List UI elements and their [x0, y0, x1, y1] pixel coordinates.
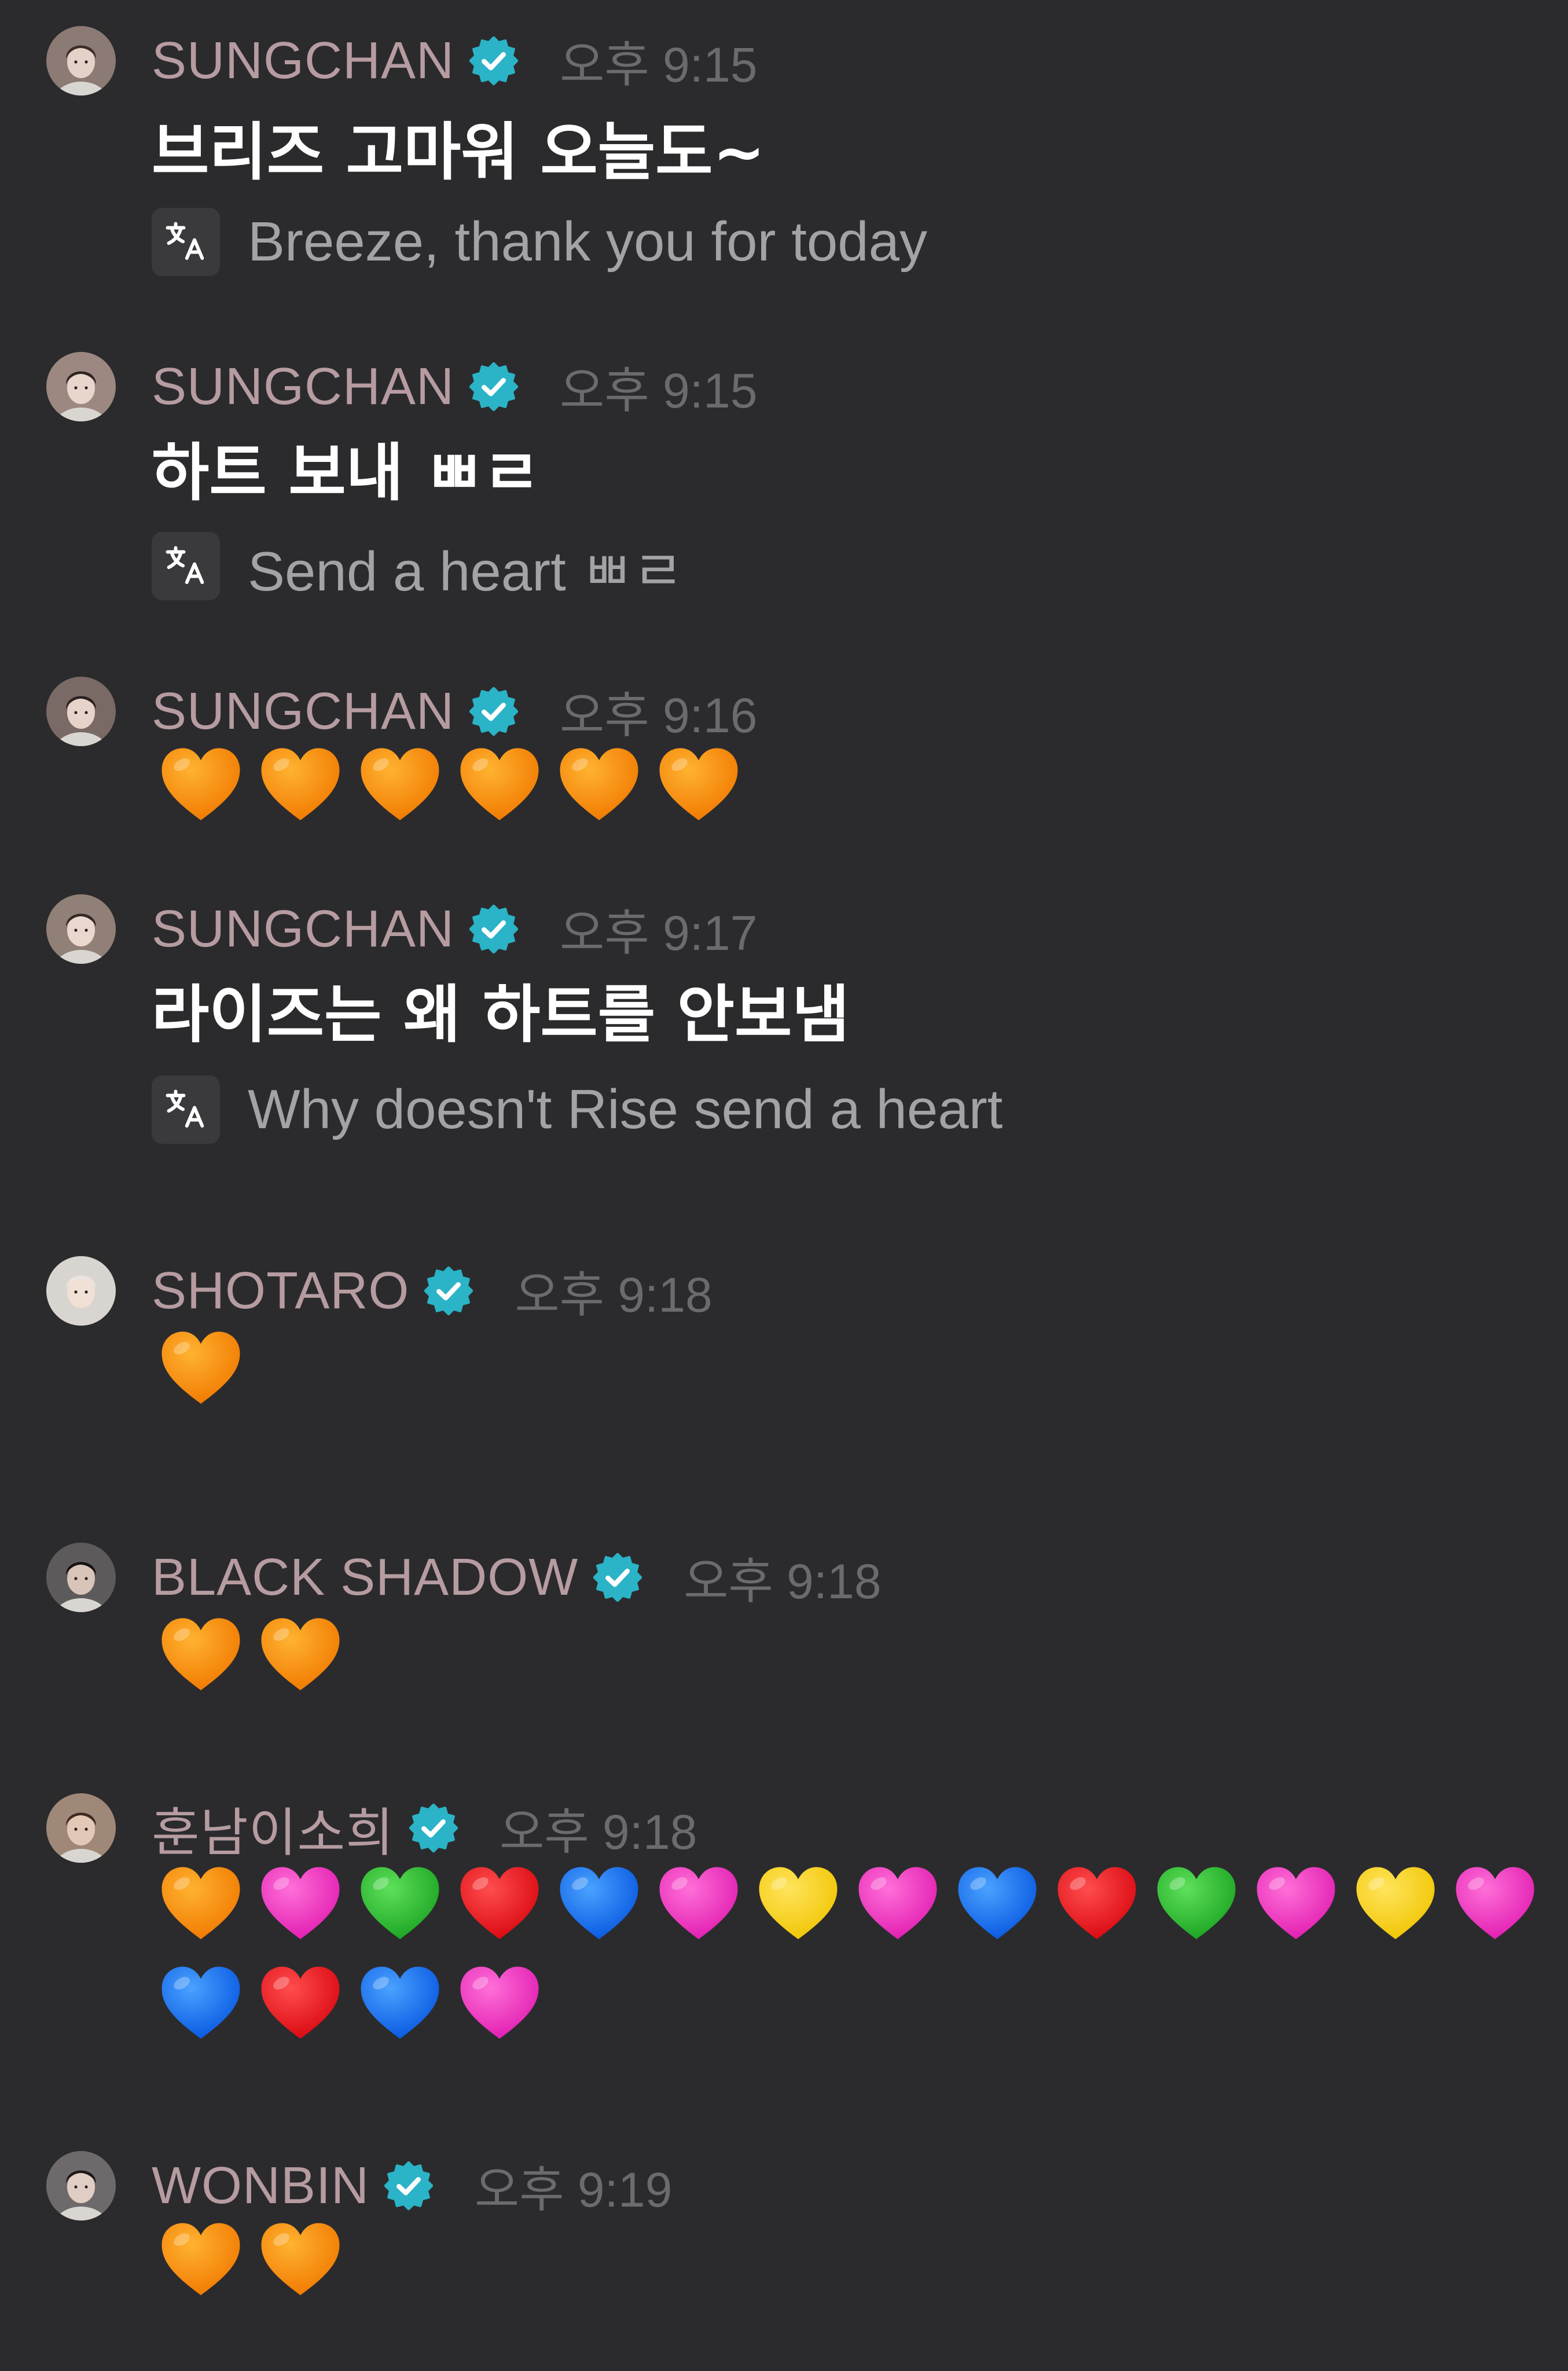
heart-orange-icon [450, 736, 550, 836]
heart-orange-icon [649, 736, 749, 836]
verified-badge-icon [469, 362, 519, 411]
heart-blue-icon [550, 1855, 649, 1955]
message-header: 훈남이소희 오후 9:18 [152, 1793, 697, 1863]
heart-blue-icon [351, 1955, 450, 2054]
message-header: SUNGCHAN 오후 9:15 [152, 26, 757, 96]
verified-badge-icon [469, 687, 519, 736]
username[interactable]: 훈남이소희 [152, 1790, 394, 1866]
heart-orange-icon [251, 2211, 351, 2311]
translation-row[interactable]: Send a heart ㅃㄹ [152, 531, 684, 603]
heart-orange-icon [351, 736, 450, 836]
heart-pink-icon [1446, 1855, 1545, 1955]
translation-text: Breeze, thank you for today [248, 211, 928, 273]
heart-orange-icon [152, 2211, 251, 2311]
translation-row[interactable]: Breeze, thank you for today [152, 207, 927, 277]
timestamp: 오후 9:19 [474, 2162, 673, 2217]
verified-badge-icon [469, 905, 519, 953]
message-text: 하트 보내 ㅃㄹ [152, 437, 541, 509]
avatar[interactable] [46, 1543, 116, 1612]
heart-pink-icon [849, 1855, 948, 1955]
heart-row [152, 1606, 1552, 1706]
avatar[interactable] [46, 26, 116, 96]
username[interactable]: BLACK SHADOW [152, 1548, 578, 1607]
username[interactable]: SUNGCHAN [152, 31, 454, 91]
heart-orange-icon [251, 1606, 351, 1706]
username[interactable]: SUNGCHAN [152, 357, 454, 417]
heart-blue-icon [948, 1855, 1048, 1955]
heart-orange-icon [152, 1320, 251, 1419]
verified-badge-icon [424, 1267, 473, 1315]
avatar[interactable] [46, 677, 116, 746]
heart-pink-icon [450, 1955, 550, 2054]
avatar[interactable] [46, 2151, 116, 2220]
heart-orange-icon [152, 1855, 251, 1955]
message-header: BLACK SHADOW 오후 9:18 [152, 1543, 882, 1612]
message-header: SUNGCHAN 오후 9:17 [152, 894, 757, 964]
timestamp: 오후 9:15 [560, 37, 758, 92]
verified-badge-icon [593, 1553, 642, 1602]
avatar[interactable] [46, 894, 116, 964]
translation-text: Send a heart ㅃㄹ [248, 540, 684, 603]
timestamp: 오후 9:17 [560, 905, 758, 960]
username[interactable]: SHOTARO [152, 1261, 409, 1321]
username[interactable]: WONBIN [152, 2156, 369, 2216]
heart-row [152, 2211, 1552, 2311]
heart-row [152, 736, 1552, 836]
heart-pink-icon [1247, 1855, 1346, 1955]
translate-icon[interactable] [152, 208, 220, 276]
heart-orange-icon [152, 1606, 251, 1706]
avatar[interactable] [46, 1256, 116, 1326]
heart-red-icon [450, 1855, 550, 1955]
timestamp: 오후 9:15 [560, 363, 758, 418]
verified-badge-icon [469, 36, 519, 85]
heart-blue-icon [152, 1955, 251, 2054]
message-text: 라이즈는 왜 하트를 안보냄 [152, 979, 850, 1051]
translation-text: Why doesn't Rise send a heart [248, 1078, 1003, 1140]
heart-green-icon [351, 1855, 450, 1955]
verified-badge-icon [409, 1804, 458, 1852]
message-text: 브리즈 고마워 오늘도~ [152, 116, 765, 189]
timestamp: 오후 9:18 [500, 1804, 697, 1859]
heart-pink-icon [251, 1855, 351, 1955]
heart-pink-icon [649, 1855, 749, 1955]
avatar[interactable] [46, 1793, 116, 1863]
heart-orange-icon [251, 736, 351, 836]
heart-orange-icon [550, 736, 649, 836]
heart-green-icon [1147, 1855, 1247, 1955]
message-header: WONBIN 오후 9:19 [152, 2151, 672, 2220]
message-header: SHOTARO 오후 9:18 [152, 1256, 713, 1326]
heart-yellow-icon [749, 1855, 849, 1955]
heart-row [152, 1855, 1552, 2054]
heart-yellow-icon [1346, 1855, 1446, 1955]
username[interactable]: SUNGCHAN [152, 900, 454, 959]
verified-badge-icon [384, 2161, 433, 2210]
username[interactable]: SUNGCHAN [152, 682, 454, 742]
heart-red-icon [1048, 1855, 1147, 1955]
heart-orange-icon [152, 736, 251, 836]
message-header: SUNGCHAN 오후 9:15 [152, 352, 757, 421]
timestamp: 오후 9:18 [515, 1267, 713, 1322]
avatar[interactable] [46, 352, 116, 421]
translate-icon[interactable] [152, 1076, 220, 1144]
translate-icon[interactable] [152, 532, 220, 600]
message-header: SUNGCHAN 오후 9:16 [152, 677, 757, 746]
timestamp: 오후 9:18 [684, 1554, 882, 1609]
translation-row[interactable]: Why doesn't Rise send a heart [152, 1075, 1003, 1144]
heart-row [152, 1320, 1552, 1419]
heart-red-icon [251, 1955, 351, 2054]
